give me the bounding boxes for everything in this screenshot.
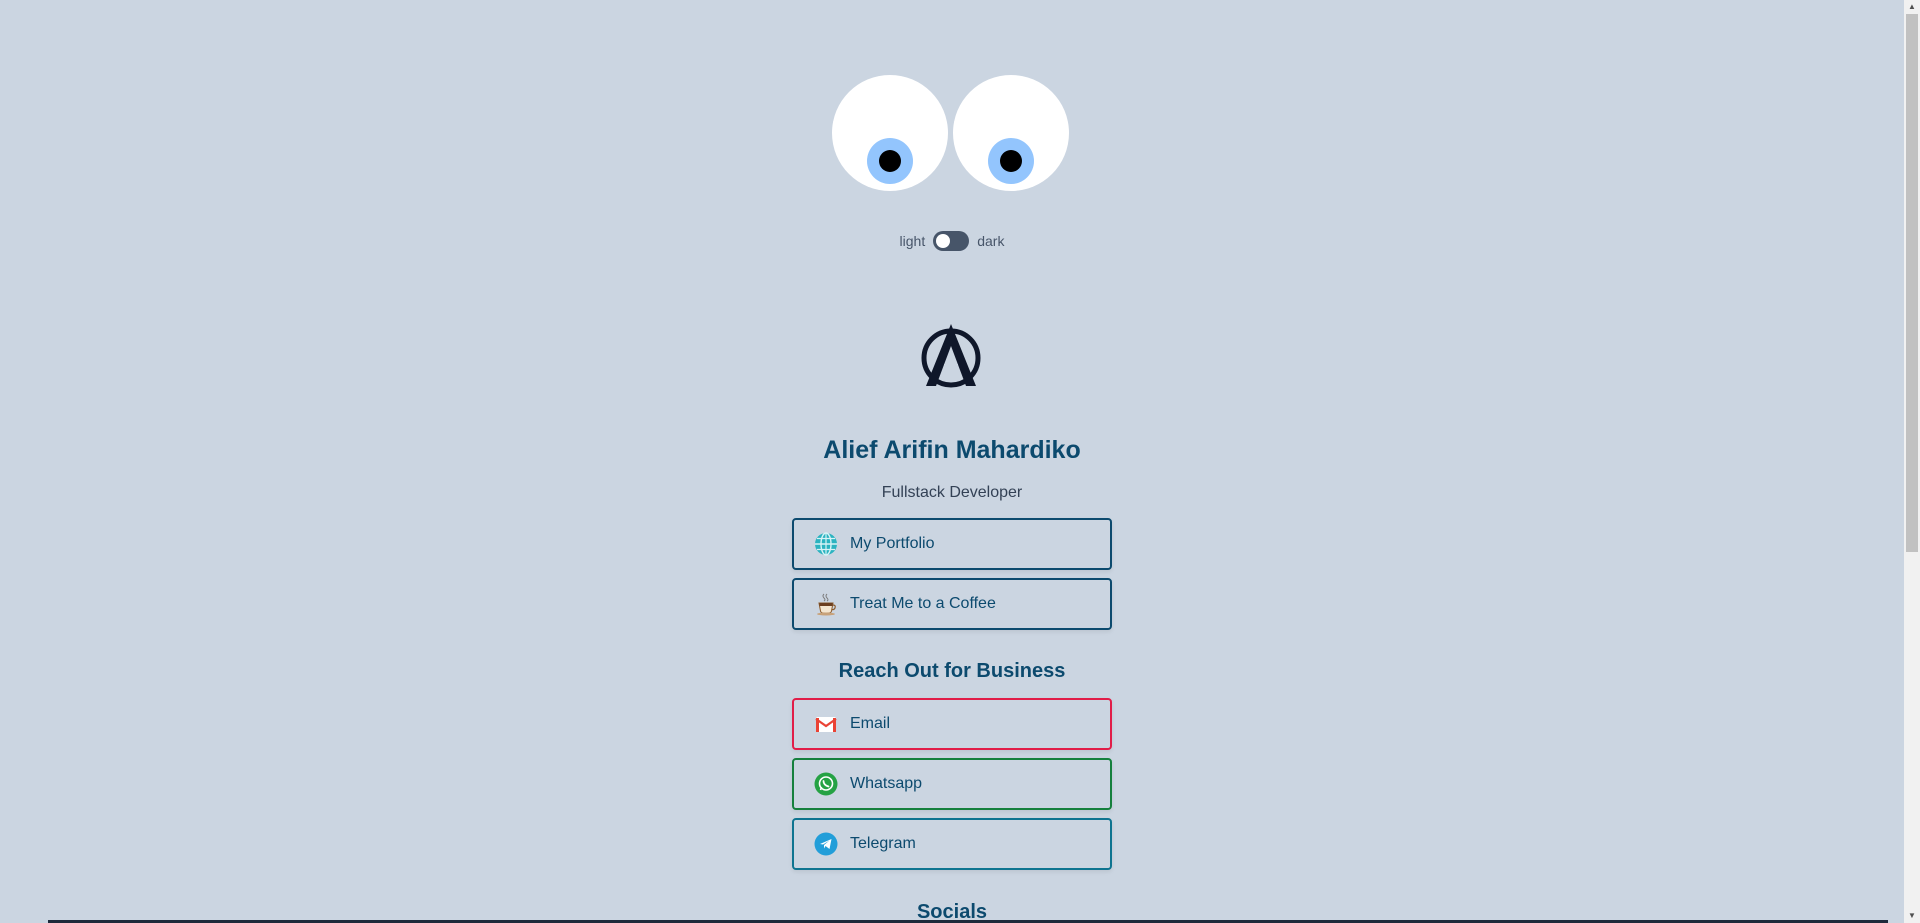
gmail-icon <box>814 712 838 736</box>
theme-switch[interactable] <box>933 231 970 251</box>
theme-toggle: light dark <box>0 231 1904 251</box>
coffee-label: Treat Me to a Coffee <box>850 595 996 612</box>
globe-icon <box>814 532 838 556</box>
logo <box>920 322 982 388</box>
page: light dark Alief Arifin Mahardiko Fullst… <box>0 0 1904 923</box>
dark-label: dark <box>977 233 1005 249</box>
light-label: light <box>899 233 926 249</box>
left-pupil <box>879 150 901 172</box>
scrollbar-thumb[interactable] <box>1906 14 1918 552</box>
telegram-icon <box>814 832 838 856</box>
coffee-link[interactable]: Treat Me to a Coffee <box>792 578 1112 630</box>
portfolio-link[interactable]: My Portfolio <box>792 518 1112 570</box>
right-eye <box>953 75 1069 191</box>
telegram-label: Telegram <box>850 835 916 852</box>
profile-role: Fullstack Developer <box>881 484 1023 501</box>
coffee-cup-icon <box>814 592 838 616</box>
left-iris <box>867 138 913 184</box>
right-pupil <box>1000 150 1022 172</box>
scroll-up-arrow-icon[interactable]: ▲ <box>1904 0 1920 14</box>
right-iris <box>988 138 1034 184</box>
logo-icon <box>921 324 981 388</box>
scroll-down-arrow-icon[interactable]: ▼ <box>1904 909 1920 923</box>
left-eye <box>832 75 948 191</box>
vertical-scrollbar[interactable]: ▲ ▼ <box>1904 0 1920 923</box>
portfolio-label: My Portfolio <box>850 535 935 552</box>
whatsapp-icon <box>814 772 838 796</box>
business-section-title: Reach Out for Business <box>838 660 1066 682</box>
email-label: Email <box>850 715 891 732</box>
eyes-illustration <box>832 75 1072 193</box>
profile-name: Alief Arifin Mahardiko <box>823 436 1081 464</box>
whatsapp-link[interactable]: Whatsapp <box>792 758 1112 810</box>
theme-switch-knob <box>936 234 951 248</box>
telegram-link[interactable]: Telegram <box>792 818 1112 870</box>
whatsapp-label: Whatsapp <box>850 775 923 792</box>
email-link[interactable]: Email <box>792 698 1112 750</box>
